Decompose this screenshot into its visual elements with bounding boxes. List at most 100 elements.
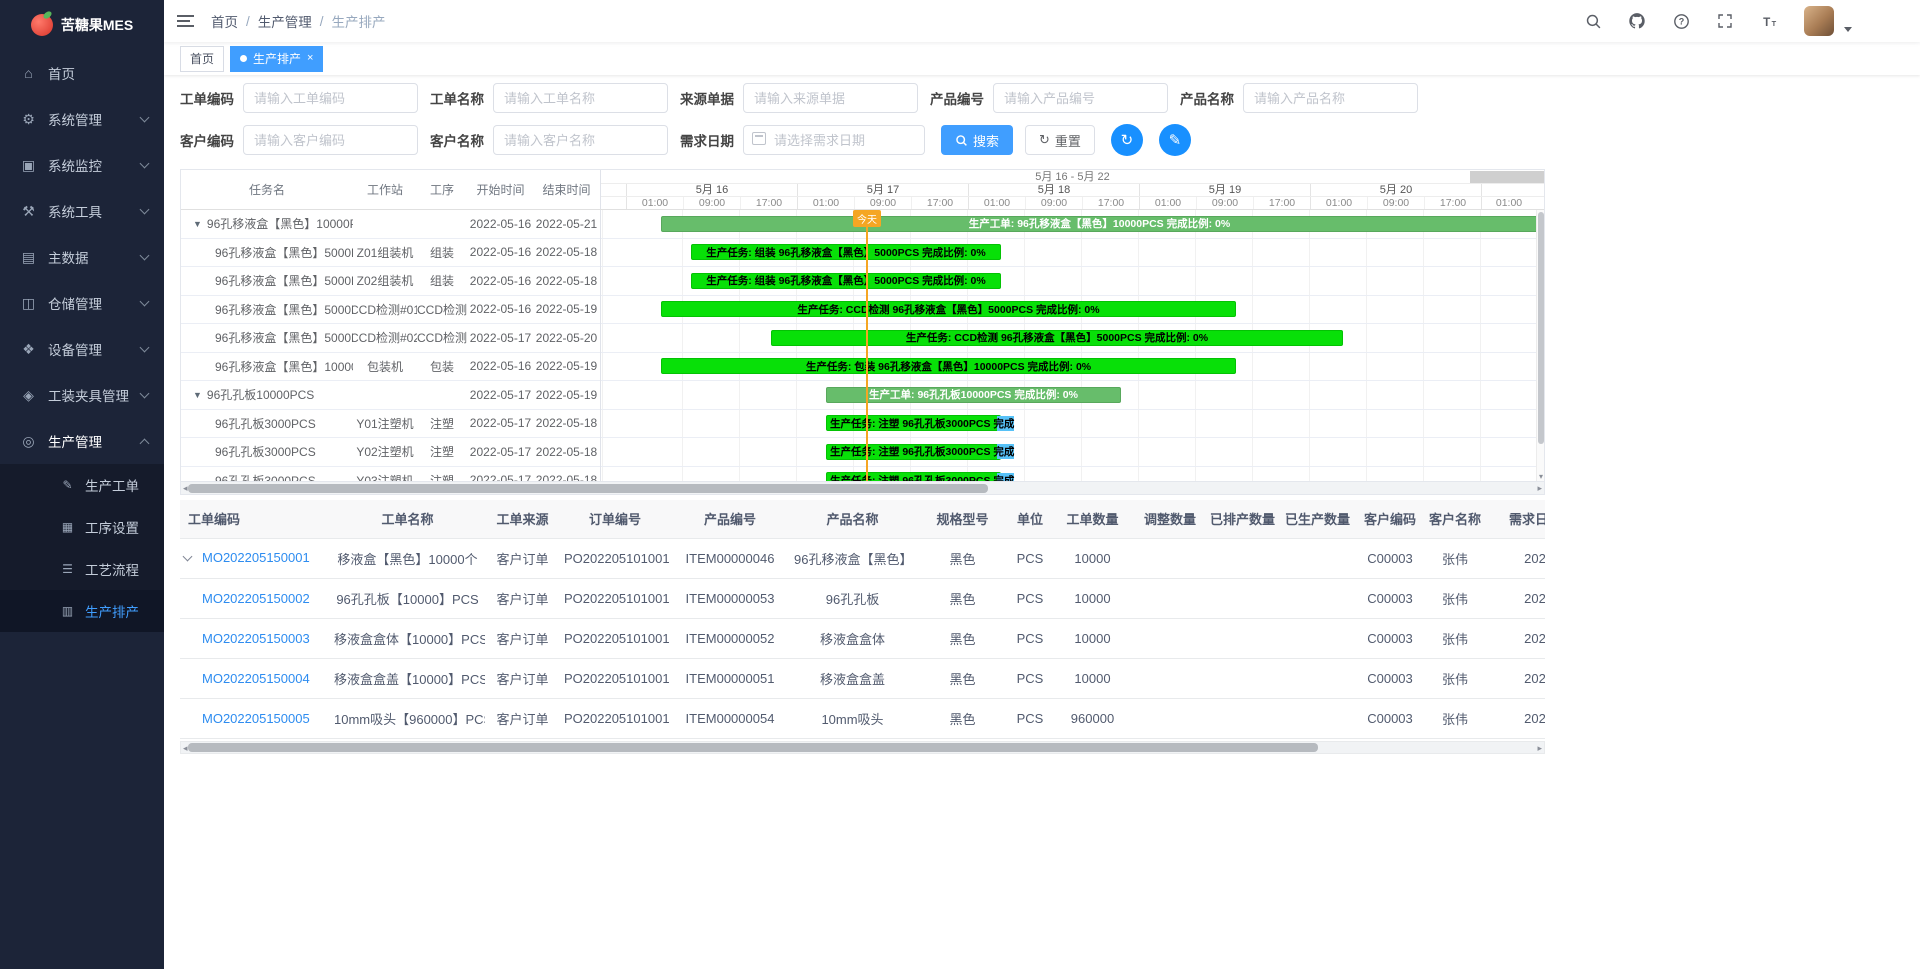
sidebar-item-8[interactable]: ◎生产管理 [0,418,164,464]
filter-input-7[interactable] [743,125,925,155]
sidebar-item-3[interactable]: ⚒系统工具 [0,188,164,234]
sidebar-item-6[interactable]: ❖设备管理 [0,326,164,372]
gantt-hscroll-thumb[interactable] [188,484,988,493]
gantt-grid-row-2[interactable]: 96孔移液盒【黑色】5000PCSZ02组装机组装2022-05-162022-… [181,267,600,296]
filter-input-6[interactable] [493,125,668,155]
sidebar-item-0[interactable]: ⌂首页 [0,50,164,96]
filter-input-0[interactable] [243,83,418,113]
github-icon[interactable] [1628,12,1646,30]
font-size-icon[interactable]: TT [1760,12,1778,30]
sidebar-subitem-2[interactable]: ☰工艺流程 [0,548,164,590]
tab-close-icon[interactable]: × [307,53,313,64]
gantt-hscroll-right-arrow[interactable]: ▸ [1537,483,1542,494]
gantt-bar-2[interactable]: 生产任务: 组装 96孔移液盒【黑色】5000PCS 完成比例: 0% [691,273,1001,289]
work-orders-table-wrap: 工单编码工单名称工单来源订单编号产品编号产品名称规格型号单位工单数量调整数量已排… [180,500,1545,739]
gantt-grid-row-1[interactable]: 96孔移液盒【黑色】5000PCSZ01组装机组装2022-05-162022-… [181,239,600,268]
filter-label: 工单名称 [430,88,484,108]
sidebar-subitem-3[interactable]: ▥生产排产 [0,590,164,632]
warehouse-icon: ◫ [20,295,37,312]
gantt-hscroll-left-arrow[interactable]: ◂ [183,483,188,494]
gantt-grid-row-0[interactable]: ▼96孔移液盒【黑色】10000PCS2022-05-162022-05-21 [181,210,600,239]
gantt-bar-7[interactable]: 生产任务: 注塑 96孔孔板3000PCS 完成 [826,415,1001,431]
breadcrumb-item-2: 生产排产 [332,11,386,31]
filter-input-1[interactable] [493,83,668,113]
gantt-bar-5[interactable]: 生产任务: 包装 96孔移液盒【黑色】10000PCS 完成比例: 0% [661,358,1236,374]
gantt-grid-row-3[interactable]: 96孔移液盒【黑色】5000PCSCCD检测#01CCD检测2022-05-16… [181,296,600,325]
gantt-bar-8[interactable]: 生产任务: 注塑 96孔孔板3000PCS 完成 [826,444,1001,460]
breadcrumb: 首页/生产管理/生产排产 [211,11,386,31]
today-marker-label: 今天 [853,210,881,227]
app-logo[interactable]: 苦糖果MES [0,0,164,50]
filter-input-4[interactable] [1243,83,1418,113]
expand-triangle-icon[interactable]: ▼ [193,390,202,400]
sidebar-item-1[interactable]: ⚙系统管理 [0,96,164,142]
tab-0[interactable]: 首页 [180,46,224,72]
filter-input-5[interactable] [243,125,418,155]
order-link[interactable]: MO202205150004 [202,671,310,686]
chevron-down-icon[interactable] [1844,27,1852,32]
gantt-bar-6[interactable]: 生产工单: 96孔孔板10000PCS 完成比例: 0% [826,387,1121,403]
search-button[interactable]: 搜索 [941,125,1013,155]
order-row-2[interactable]: MO202205150003移液盒盒体【10000】PCS客户订单PO20220… [180,618,1545,658]
filter-label: 客户名称 [430,130,484,150]
order-row-3[interactable]: MO202205150004移液盒盒盖【10000】PCS客户订单PO20220… [180,658,1545,698]
filter-input-3[interactable] [993,83,1168,113]
gantt-grid-row-6[interactable]: ▼96孔孔板10000PCS2022-05-172022-05-19 [181,381,600,410]
gantt-timeline-row-4: 生产任务: CCD检测 96孔移液盒【黑色】5000PCS 完成比例: 0% [601,324,1536,353]
sidebar-item-7[interactable]: ◈工装夹具管理 [0,372,164,418]
expand-triangle-icon[interactable]: ▼ [193,219,202,229]
order-link[interactable]: MO202205150003 [202,631,310,646]
edit-button[interactable]: ✎ [1159,124,1191,156]
hamburger-icon[interactable] [177,12,194,30]
sidebar-item-5[interactable]: ◫仓储管理 [0,280,164,326]
sidebar-subitem-0[interactable]: ✎生产工单 [0,464,164,506]
gantt-bar-1[interactable]: 生产任务: 组装 96孔移液盒【黑色】5000PCS 完成比例: 0% [691,244,1001,260]
gantt-timeline-row-5: 生产任务: 包装 96孔移液盒【黑色】10000PCS 完成比例: 0% [601,353,1536,382]
orders-header-0: 工单编码 [180,500,330,538]
fullscreen-icon[interactable] [1716,12,1734,30]
order-link[interactable]: MO202205150001 [202,550,310,565]
reset-button[interactable]: ↻ 重置 [1025,125,1095,155]
filter-field-3: 产品编号 [930,83,1168,113]
order-link[interactable]: MO202205150002 [202,591,310,606]
equipment-icon: ❖ [20,341,37,358]
gantt-grid-row-5[interactable]: 96孔移液盒【黑色】10000PCS包装机包装2022-05-162022-05… [181,353,600,382]
orders-hscroll-right-arrow[interactable]: ▸ [1537,743,1542,754]
avatar[interactable] [1804,6,1834,36]
gantt-bar-3[interactable]: 生产任务: CCD检测 96孔移液盒【黑色】5000PCS 完成比例: 0% [661,301,1236,317]
orders-hscroll-left-arrow[interactable]: ◂ [183,743,188,754]
orders-hscroll-thumb[interactable] [188,743,1318,752]
gantt-grid-row-9[interactable]: 96孔孔板3000PCSY03注塑机注塑2022-05-172022-05-18 [181,467,600,482]
tab-1[interactable]: 生产排产× [230,46,323,72]
order-row-4[interactable]: MO20220515000510mm吸头【960000】PCS客户订单PO202… [180,698,1545,738]
order-row-0[interactable]: MO202205150001移液盒【黑色】10000个客户订单PO2022051… [180,538,1545,578]
gantt-bar-0[interactable]: 生产工单: 96孔移液盒【黑色】10000PCS 完成比例: 0% [661,216,1536,232]
chevron-down-icon [140,158,150,168]
gantt-grid-row-8[interactable]: 96孔孔板3000PCSY02注塑机注塑2022-05-172022-05-18 [181,438,600,467]
gantt-grid-row-4[interactable]: 96孔移液盒【黑色】5000PCSCCD检测#02CCD检测2022-05-17… [181,324,600,353]
search-icon[interactable] [1584,12,1602,30]
sidebar-item-4[interactable]: ▤主数据 [0,234,164,280]
gantt-vscroll-down-arrow[interactable]: ▾ [1537,473,1544,481]
gantt-timeline-row-8: 生产任务: 注塑 96孔孔板3000PCS 完成 [601,438,1536,467]
order-link[interactable]: MO202205150005 [202,711,310,726]
order-row-1[interactable]: MO20220515000296孔孔板【10000】PCS客户订单PO20220… [180,578,1545,618]
help-icon[interactable]: ? [1672,12,1690,30]
sidebar-item-2[interactable]: ▣系统监控 [0,142,164,188]
tools-icon: ⚒ [20,203,37,220]
gantt-grid-row-7[interactable]: 96孔孔板3000PCSY01注塑机注塑2022-05-172022-05-18 [181,410,600,439]
timescale-filler [1470,171,1544,183]
row-expand-icon[interactable] [183,552,193,562]
gantt-bar-4[interactable]: 生产任务: CCD检测 96孔移液盒【黑色】5000PCS 完成比例: 0% [771,330,1343,346]
filter-label: 来源单据 [680,88,734,108]
gantt-grid-header-4: 结束时间 [534,170,599,209]
gantt-vscroll-thumb[interactable] [1538,212,1544,444]
refresh-button[interactable]: ↻ [1111,124,1143,156]
master-data-icon: ▤ [20,249,37,266]
breadcrumb-item-0[interactable]: 首页 [211,11,238,31]
production-icon: ◎ [20,433,37,450]
breadcrumb-item-1[interactable]: 生产管理 [258,11,312,31]
sidebar-subitem-1[interactable]: ▦工序设置 [0,506,164,548]
gantt-bar-9[interactable]: 生产任务: 注塑 96孔孔板3000PCS 完成 [826,472,1001,481]
filter-input-2[interactable] [743,83,918,113]
